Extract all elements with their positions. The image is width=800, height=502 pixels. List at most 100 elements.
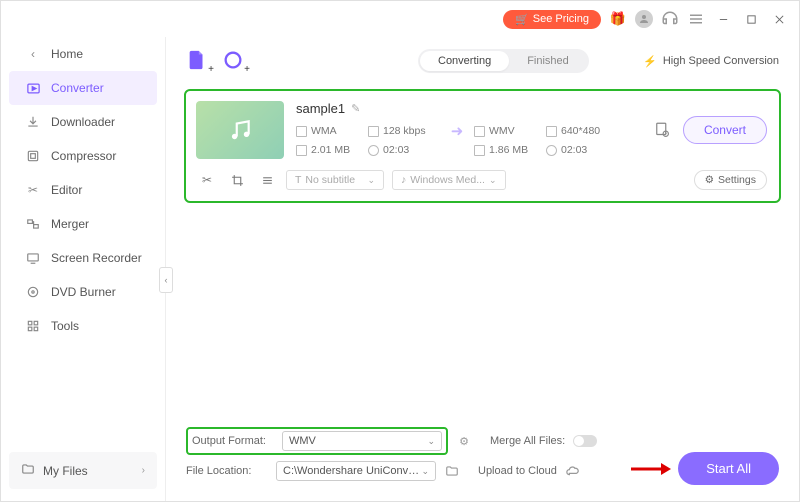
merge-label: Merge All Files: xyxy=(490,435,565,447)
output-format-label: Output Format: xyxy=(192,435,274,447)
file-name: sample1 xyxy=(296,101,345,116)
sidebar-item-label: Downloader xyxy=(51,115,115,129)
maximize-button[interactable] xyxy=(741,9,761,29)
my-files-label: My Files xyxy=(43,464,88,478)
file-location-input[interactable]: C:\Wondershare UniConverter 1 ⌄ xyxy=(276,461,436,481)
menu-icon[interactable] xyxy=(687,10,705,28)
lightning-icon: ⚡ xyxy=(643,55,657,68)
add-url-button[interactable]: + xyxy=(222,49,246,73)
status-tabs: Converting Finished xyxy=(418,49,589,73)
format-icon xyxy=(474,126,485,137)
settings-label: Settings xyxy=(718,174,756,186)
converter-icon xyxy=(25,80,41,96)
download-icon xyxy=(25,114,41,130)
sidebar-item-label: Merger xyxy=(51,217,89,231)
item-settings-button[interactable]: ⚙ Settings xyxy=(694,170,767,190)
sidebar-item-converter[interactable]: Converter xyxy=(9,71,157,105)
annotation-arrow xyxy=(631,461,671,477)
convert-button[interactable]: Convert xyxy=(683,116,767,144)
audio-value: Windows Med... xyxy=(410,174,485,186)
file-location-value: C:\Wondershare UniConverter 1 xyxy=(283,465,421,477)
add-file-button[interactable]: + xyxy=(186,49,210,73)
src-bitrate: 128 kbps xyxy=(383,125,426,137)
more-icon[interactable] xyxy=(256,169,278,191)
file-location-label: File Location: xyxy=(186,465,268,477)
merger-icon xyxy=(25,216,41,232)
src-format: WMA xyxy=(311,125,337,137)
chevron-right-icon: › xyxy=(142,465,145,476)
file-settings-icon[interactable] xyxy=(651,119,673,141)
sidebar-item-dvd-burner[interactable]: DVD Burner xyxy=(1,275,165,309)
cloud-icon[interactable] xyxy=(565,463,581,479)
open-folder-icon[interactable] xyxy=(444,463,460,479)
user-avatar[interactable] xyxy=(635,10,653,28)
src-duration: 02:03 xyxy=(383,144,409,156)
edit-name-icon[interactable]: ✎ xyxy=(351,102,360,115)
start-all-button[interactable]: Start All xyxy=(678,452,779,485)
sidebar-item-label: Tools xyxy=(51,319,79,333)
merge-toggle[interactable] xyxy=(573,435,597,447)
bitrate-icon xyxy=(368,126,379,137)
duration-icon xyxy=(546,145,557,156)
support-icon[interactable] xyxy=(661,10,679,28)
convert-arrow-icon: ➜ xyxy=(440,122,474,140)
main-panel: + + Converting Finished ⚡ High Speed Con… xyxy=(166,37,799,501)
format-icon xyxy=(296,126,307,137)
see-pricing-button[interactable]: 🛒 See Pricing xyxy=(503,10,601,29)
audio-dropdown[interactable]: ♪ Windows Med... ⌄ xyxy=(392,170,506,190)
sidebar-item-label: Converter xyxy=(51,81,104,95)
folder-icon xyxy=(21,462,35,479)
recorder-icon xyxy=(25,250,41,266)
cart-icon: 🛒 xyxy=(515,13,529,26)
file-item: sample1 ✎ WMA 128 kbps ➜ WMV 640*480 2.0… xyxy=(184,89,781,203)
sidebar-item-label: DVD Burner xyxy=(51,285,116,299)
duration-icon xyxy=(368,145,379,156)
gift-icon[interactable]: 🎁 xyxy=(609,10,627,28)
bottom-bar: Output Format: WMV ⌄ ⚙ Merge All Files: … xyxy=(166,417,799,501)
tab-finished[interactable]: Finished xyxy=(509,51,587,71)
subtitle-value: No subtitle xyxy=(305,174,355,186)
dst-format: WMV xyxy=(489,125,515,137)
high-speed-label: High Speed Conversion xyxy=(663,55,779,67)
minimize-button[interactable] xyxy=(713,9,733,29)
sidebar-item-editor[interactable]: ✂ Editor xyxy=(1,173,165,207)
chevron-down-icon: ⌄ xyxy=(427,436,435,447)
dst-size: 1.86 MB xyxy=(489,144,528,156)
sidebar-item-label: Compressor xyxy=(51,149,116,163)
src-size: 2.01 MB xyxy=(311,144,350,156)
output-format-value: WMV xyxy=(289,435,316,447)
sidebar-item-label: Home xyxy=(51,47,83,61)
size-icon xyxy=(296,145,307,156)
dst-resolution: 640*480 xyxy=(561,125,600,137)
tools-icon xyxy=(25,318,41,334)
output-format-dropdown[interactable]: WMV ⌄ xyxy=(282,431,442,451)
subtitle-icon: T xyxy=(295,174,301,186)
audio-icon: ♪ xyxy=(401,174,406,186)
sidebar-item-label: Editor xyxy=(51,183,82,197)
close-button[interactable] xyxy=(769,9,789,29)
sidebar-item-home[interactable]: ‹ Home xyxy=(1,37,165,71)
sidebar-item-compressor[interactable]: Compressor xyxy=(1,139,165,173)
sidebar-item-merger[interactable]: Merger xyxy=(1,207,165,241)
sidebar-item-screen-recorder[interactable]: Screen Recorder xyxy=(1,241,165,275)
tab-converting[interactable]: Converting xyxy=(420,51,509,71)
compressor-icon xyxy=(25,148,41,164)
sidebar-item-downloader[interactable]: Downloader xyxy=(1,105,165,139)
plus-icon: + xyxy=(244,64,250,75)
plus-icon: + xyxy=(208,64,214,75)
chevron-left-icon: ‹ xyxy=(25,46,41,62)
trim-icon[interactable]: ✂ xyxy=(196,169,218,191)
chevron-down-icon: ⌄ xyxy=(489,175,497,186)
subtitle-dropdown[interactable]: T No subtitle ⌄ xyxy=(286,170,384,190)
high-speed-toggle[interactable]: ⚡ High Speed Conversion xyxy=(643,55,779,68)
see-pricing-label: See Pricing xyxy=(533,13,589,25)
size-icon xyxy=(474,145,485,156)
gear-icon[interactable]: ⚙ xyxy=(456,433,472,449)
crop-icon[interactable] xyxy=(226,169,248,191)
dst-duration: 02:03 xyxy=(561,144,587,156)
editor-icon: ✂ xyxy=(25,182,41,198)
toolbar: + + Converting Finished ⚡ High Speed Con… xyxy=(166,37,799,85)
sidebar-item-tools[interactable]: Tools xyxy=(1,309,165,343)
file-thumbnail[interactable] xyxy=(196,101,284,159)
my-files-button[interactable]: My Files › xyxy=(9,452,157,489)
